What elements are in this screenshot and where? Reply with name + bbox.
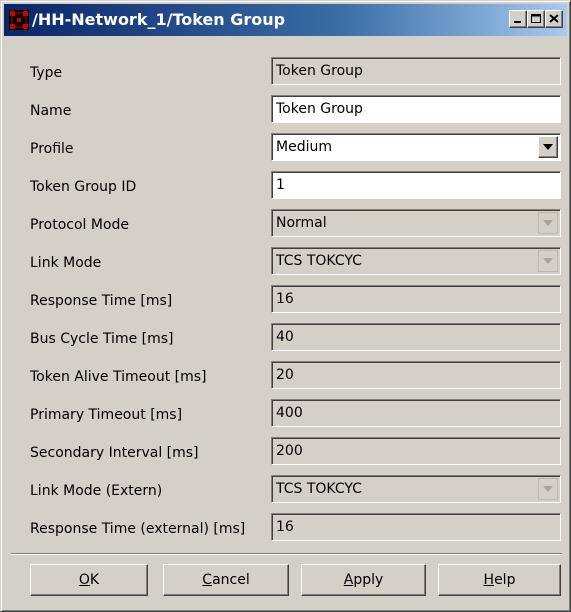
network-grid-icon [9, 10, 29, 30]
close-icon [549, 14, 559, 23]
bus-cycle-time-label: Bus Cycle Time [ms] [30, 331, 174, 347]
token-group-id-input[interactable]: 1 [271, 171, 561, 199]
response-time-field: 16 [271, 285, 561, 313]
token-group-window: /HH-Network_1/Token Group Type Token Gro… [0, 0, 571, 612]
primary-timeout-label: Primary Timeout [ms] [30, 407, 183, 423]
response-time-external-field: 16 [271, 513, 561, 541]
token-alive-timeout-label: Token Alive Timeout [ms] [30, 369, 207, 385]
profile-select[interactable]: Medium [271, 133, 561, 161]
ok-button[interactable]: OK [30, 564, 148, 596]
chevron-down-icon [543, 144, 553, 150]
title-bar[interactable]: /HH-Network_1/Token Group [4, 4, 567, 36]
link-mode-extern-dropdown-button [538, 478, 558, 500]
chevron-down-icon [543, 258, 553, 264]
primary-timeout-field: 400 [271, 399, 561, 427]
apply-label-rest: pply [353, 572, 384, 588]
token-group-id-label: Token Group ID [30, 179, 137, 195]
link-mode-select: TCS TOKCYC [271, 247, 561, 275]
bus-cycle-time-field: 40 [271, 323, 561, 351]
link-mode-extern-select: TCS TOKCYC [271, 475, 561, 503]
link-mode-value: TCS TOKCYC [276, 253, 362, 269]
button-row-divider [11, 553, 562, 555]
minimize-button[interactable] [509, 10, 527, 28]
link-mode-dropdown-button [538, 250, 558, 272]
cancel-button[interactable]: Cancel [163, 564, 289, 596]
ok-mnemonic: O [78, 572, 90, 588]
type-field: Token Group [271, 57, 561, 85]
token-alive-timeout-field: 20 [271, 361, 561, 389]
response-time-label: Response Time [ms] [30, 293, 173, 309]
cancel-label-rest: ancel [212, 572, 250, 588]
link-mode-extern-value: TCS TOKCYC [276, 481, 362, 497]
type-label: Type [30, 65, 63, 81]
protocol-mode-value: Normal [276, 215, 327, 231]
window-title: /HH-Network_1/Token Group [32, 10, 286, 29]
link-mode-label: Link Mode [30, 255, 102, 271]
profile-label: Profile [30, 141, 74, 157]
cancel-mnemonic: C [202, 572, 213, 588]
name-input[interactable]: Token Group [271, 95, 561, 123]
minimize-icon [514, 21, 521, 23]
close-button[interactable] [545, 10, 563, 28]
help-mnemonic: H [483, 572, 495, 588]
profile-dropdown-button[interactable] [538, 136, 558, 158]
apply-mnemonic: A [343, 572, 354, 588]
ok-label-rest: K [89, 572, 100, 588]
response-time-external-label: Response Time (external) [ms] [30, 521, 246, 537]
protocol-mode-dropdown-button [538, 212, 558, 234]
protocol-mode-select: Normal [271, 209, 561, 237]
secondary-interval-field: 200 [271, 437, 561, 465]
chevron-down-icon [543, 486, 553, 492]
protocol-mode-label: Protocol Mode [30, 217, 130, 233]
name-label: Name [30, 103, 72, 119]
help-button[interactable]: Help [438, 564, 561, 596]
help-label-rest: elp [494, 572, 516, 588]
secondary-interval-label: Secondary Interval [ms] [30, 445, 199, 461]
apply-button[interactable]: Apply [301, 564, 426, 596]
link-mode-extern-label: Link Mode (Extern) [30, 483, 163, 499]
chevron-down-icon [543, 220, 553, 226]
maximize-button[interactable] [527, 10, 545, 28]
profile-select-value: Medium [276, 139, 332, 155]
maximize-icon [531, 14, 541, 23]
